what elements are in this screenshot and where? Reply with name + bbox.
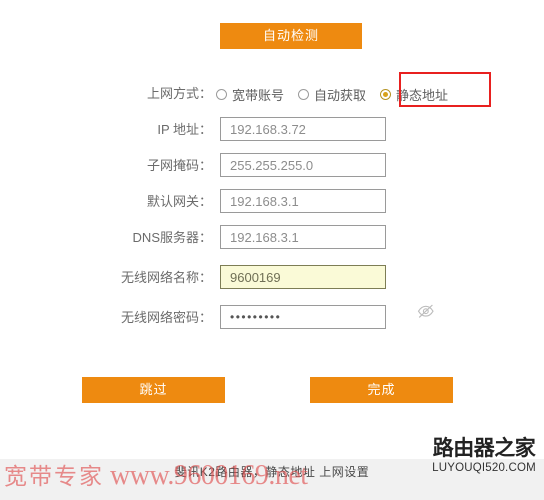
radio-option-pppoe[interactable]: 宽带账号 [216,85,284,104]
subnet-mask-label: 子网掩码： [146,158,212,173]
wifi-ssid-label: 无线网络名称： [120,270,212,285]
wifi-ssid-input[interactable] [220,265,386,289]
ip-address-input[interactable] [220,117,386,141]
radio-option-pppoe-label: 宽带账号 [232,87,285,103]
radio-circle-icon [216,88,227,100]
wifi-ssid-row: 无线网络名称： [0,265,544,291]
watermark-text-cn: 宽带专家 [4,463,104,489]
radio-option-static[interactable]: 静态地址 [380,85,448,104]
connection-mode-row: 上网方式： 宽带账号 自动获取 静态地址 [0,81,544,107]
subnet-mask-input[interactable] [220,153,386,177]
dns-server-label: DNS服务器： [132,230,212,245]
radio-circle-icon [298,88,310,100]
wifi-password-label: 无线网络密码： [120,310,212,325]
radio-option-dhcp-label: 自动获取 [314,87,367,103]
auto-detect-button[interactable]: 自动检测 [220,23,362,49]
default-gateway-input[interactable] [220,189,386,213]
wifi-password-input[interactable] [220,305,386,329]
finish-button[interactable]: 完成 [310,377,453,403]
dns-server-input[interactable] [220,225,386,249]
connection-mode-label: 上网方式： [146,86,212,101]
default-gateway-row: 默认网关： [0,189,544,215]
dns-server-row: DNS服务器： [0,225,544,251]
eye-slash-icon[interactable] [417,303,435,319]
brand-logo: 路由器之家 LUYOUQI520.COM [428,437,540,476]
router-setup-page: 自动检测 上网方式： 宽带账号 自动获取 静态地址 IP 地址： 192.168… [0,0,544,500]
radio-option-static-label: 静态地址 [396,87,449,103]
subnet-mask-row: 子网掩码： [0,153,544,179]
ip-address-row: IP 地址： [0,117,544,143]
skip-button[interactable]: 跳过 [82,377,225,403]
brand-name-cn: 路由器之家 [432,437,536,460]
wifi-password-row: 无线网络密码： [0,305,544,331]
brand-domain: LUYOUQI520.COM [432,462,536,474]
watermark-url: www.9600169.net [110,460,308,491]
default-gateway-label: 默认网关： [146,194,212,209]
site-watermark: 宽带专家 www.9600169.net [4,458,308,494]
radio-option-dhcp[interactable]: 自动获取 [298,85,366,104]
ip-address-label: IP 地址： [157,122,212,137]
radio-circle-selected-icon [380,88,392,100]
connection-mode-options: 宽带账号 自动获取 静态地址 [216,81,448,107]
